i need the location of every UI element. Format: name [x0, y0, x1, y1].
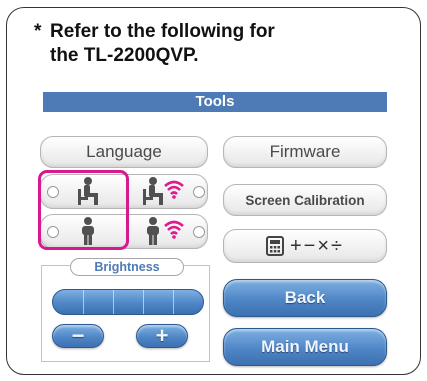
math-symbols-label: +−×÷	[289, 234, 344, 257]
math-tool-button[interactable]: +−×÷	[223, 229, 387, 263]
back-button[interactable]: Back	[223, 279, 387, 317]
main-menu-button[interactable]: Main Menu	[223, 328, 387, 366]
brightness-slider[interactable]	[52, 289, 204, 315]
firmware-button[interactable]: Firmware	[223, 136, 387, 168]
seated-wireless-radio[interactable]	[193, 186, 205, 198]
selection-highlight	[38, 170, 129, 250]
calculator-icon	[265, 236, 284, 256]
standing-wireless-radio[interactable]	[193, 226, 205, 238]
slider-segment-divider	[113, 290, 114, 314]
wifi-icon	[164, 220, 184, 239]
reference-note: * Refer to the following for the TL-2200…	[34, 20, 380, 68]
note-asterisk: *	[34, 21, 42, 42]
note-line-1: Refer to the following for	[50, 21, 275, 42]
language-button[interactable]: Language	[40, 136, 208, 168]
screen-calibration-button[interactable]: Screen Calibration	[223, 184, 387, 216]
slider-segment-divider	[173, 290, 174, 314]
slider-segment-divider	[143, 290, 144, 314]
standing-user-icon	[147, 217, 159, 245]
brightness-decrease-button[interactable]: −	[52, 323, 104, 348]
slider-segment-divider	[83, 290, 84, 314]
brightness-label: Brightness	[70, 258, 184, 276]
brightness-increase-button[interactable]: +	[136, 323, 188, 348]
note-line-2: the TL-2200QVP.	[50, 45, 199, 66]
tools-header: Tools	[43, 92, 387, 112]
wifi-icon	[164, 180, 184, 199]
